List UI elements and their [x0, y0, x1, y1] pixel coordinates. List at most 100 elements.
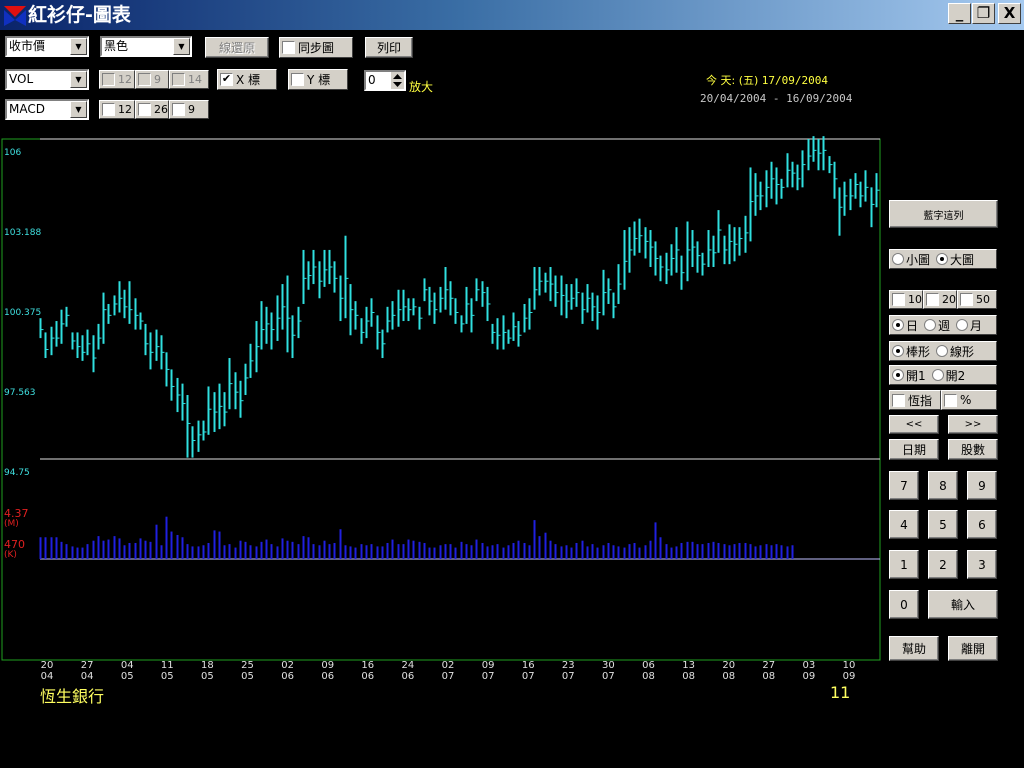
prev-button[interactable]: <<	[889, 415, 939, 434]
checkbox-box[interactable]	[944, 393, 957, 407]
macd-param-1[interactable]: 12	[99, 100, 135, 119]
key-3-button[interactable]: 3	[967, 550, 997, 579]
key-8-button[interactable]: 8	[928, 471, 958, 500]
key-4-button[interactable]: 4	[889, 510, 919, 539]
date-button[interactable]: 日期	[889, 439, 939, 460]
chart-bar-radio[interactable]	[892, 345, 904, 357]
checkbox-box[interactable]	[172, 73, 185, 86]
reset-lines-button[interactable]: 線還原	[205, 37, 269, 58]
y-axis-label-3: 97.563	[4, 388, 36, 398]
period-month-radio[interactable]	[956, 319, 969, 331]
macd-param-2[interactable]: 26	[135, 100, 169, 119]
volume-min-unit: (K)	[4, 550, 17, 560]
key-1-button[interactable]: 1	[889, 550, 919, 579]
x-axis-checkbox[interactable]: ✔ X 標	[217, 69, 277, 90]
checkbox-box[interactable]	[138, 103, 151, 116]
vol-param-2-label: 9	[154, 73, 161, 86]
x-tick-label: 05	[201, 671, 214, 682]
indicator1-select[interactable]: VOL ▼	[5, 69, 89, 90]
checkbox-box[interactable]	[892, 293, 905, 306]
y-axis-label-4: 94.75	[4, 468, 30, 478]
open2-radio[interactable]	[931, 369, 944, 381]
chart-line-radio[interactable]	[936, 345, 949, 357]
checkbox-box[interactable]	[960, 293, 973, 306]
restore-button[interactable]: ❐	[972, 3, 995, 24]
period-group: 日 週 月	[889, 315, 997, 335]
print-button[interactable]: 列印	[365, 37, 413, 58]
key-5-button[interactable]: 5	[928, 510, 958, 539]
chevron-down-icon[interactable]: ▼	[70, 101, 87, 118]
x-tick-label: 06	[642, 660, 655, 671]
key-6-button[interactable]: 6	[967, 510, 997, 539]
ma-20-checkbox[interactable]: 20	[923, 290, 957, 309]
size-large-radio[interactable]	[936, 253, 949, 265]
vol-param-1[interactable]: 12	[99, 70, 135, 89]
x-tick-label: 25	[241, 660, 254, 671]
close-button[interactable]: X	[998, 3, 1021, 24]
y-axis-label-1: 103.188	[4, 228, 42, 238]
checkbox-box[interactable]	[282, 41, 295, 54]
x-tick-label: 04	[121, 660, 134, 671]
vol-param-3[interactable]: 14	[169, 70, 209, 89]
chevron-down-icon[interactable]: ▼	[70, 38, 87, 55]
open-mode-group: 開1 開2	[889, 365, 997, 385]
x-tick-label: 09	[321, 660, 334, 671]
checkbox-box[interactable]	[892, 393, 905, 407]
checkbox-box[interactable]	[926, 293, 939, 306]
ma-10-checkbox[interactable]: 10	[889, 290, 923, 309]
y-axis-label-0: 106	[4, 148, 22, 158]
chevron-down-icon[interactable]: ▼	[70, 71, 87, 88]
ma-50-checkbox[interactable]: 50	[957, 290, 997, 309]
checkbox-box[interactable]	[138, 73, 151, 86]
color-select[interactable]: 黑色 ▼	[100, 36, 192, 57]
zoom-spinner[interactable]: 0	[364, 70, 406, 91]
indicator2-select[interactable]: MACD ▼	[5, 99, 89, 120]
price-type-select[interactable]: 收市價 ▼	[5, 36, 89, 57]
key-9-button[interactable]: 9	[967, 471, 997, 500]
key-7-button[interactable]: 7	[889, 471, 919, 500]
x-tick-label: 06	[321, 671, 334, 682]
sync-chart-label: 同步圖	[298, 41, 335, 55]
vol-param-2[interactable]: 9	[135, 70, 169, 89]
sync-chart-checkbox[interactable]: 同步圖	[279, 37, 353, 58]
indicator-list-button[interactable]: 藍字這列	[889, 200, 998, 228]
period-day-radio[interactable]	[892, 319, 904, 331]
minimize-button[interactable]: _	[948, 3, 971, 24]
ma-10-label: 10	[908, 293, 922, 306]
checkmark-icon[interactable]: ✔	[220, 73, 233, 86]
x-tick-label: 11	[161, 660, 174, 671]
x-tick-label: 09	[482, 660, 495, 671]
exit-button[interactable]: 離開	[948, 636, 998, 661]
checkbox-box[interactable]	[291, 73, 304, 86]
checkbox-box[interactable]	[102, 73, 115, 86]
size-small-radio[interactable]	[892, 253, 904, 265]
key-0-button[interactable]: 0	[889, 590, 919, 619]
checkbox-box[interactable]	[102, 103, 115, 116]
y-axis-checkbox[interactable]: Y 標	[288, 69, 348, 90]
x-tick-label: 07	[562, 671, 575, 682]
period-week-radio[interactable]	[924, 319, 937, 331]
open1-radio[interactable]	[892, 369, 904, 381]
indicator2-value: MACD	[9, 102, 45, 116]
window-title: 紅衫仔-圖表	[28, 4, 131, 26]
hsi-checkbox[interactable]: 恆指	[889, 390, 941, 410]
checkbox-box[interactable]	[172, 103, 185, 116]
macd-param-3[interactable]: 9	[169, 100, 209, 119]
x-tick-label: 06	[361, 671, 374, 682]
price-type-value: 收市價	[9, 39, 46, 53]
percent-checkbox[interactable]: %	[941, 390, 997, 410]
x-tick-label: 08	[762, 671, 775, 682]
macd-param-1-label: 12	[118, 103, 132, 116]
x-tick-label: 05	[241, 671, 254, 682]
period-week-label: 週	[938, 318, 951, 333]
next-button[interactable]: >>	[948, 415, 998, 434]
help-button[interactable]: 幫助	[889, 636, 939, 661]
key-2-button[interactable]: 2	[928, 550, 958, 579]
price-chart[interactable]: 2004270404051105180525050206090616062406…	[0, 136, 886, 684]
shares-button[interactable]: 股數	[948, 439, 998, 460]
x-tick-label: 20	[722, 660, 735, 671]
chevron-down-icon[interactable]: ▼	[173, 38, 190, 55]
enter-button[interactable]: 輸入	[928, 590, 998, 619]
y-axis-label-2: 100.375	[4, 308, 42, 318]
spinner-arrows-icon[interactable]	[391, 72, 404, 89]
